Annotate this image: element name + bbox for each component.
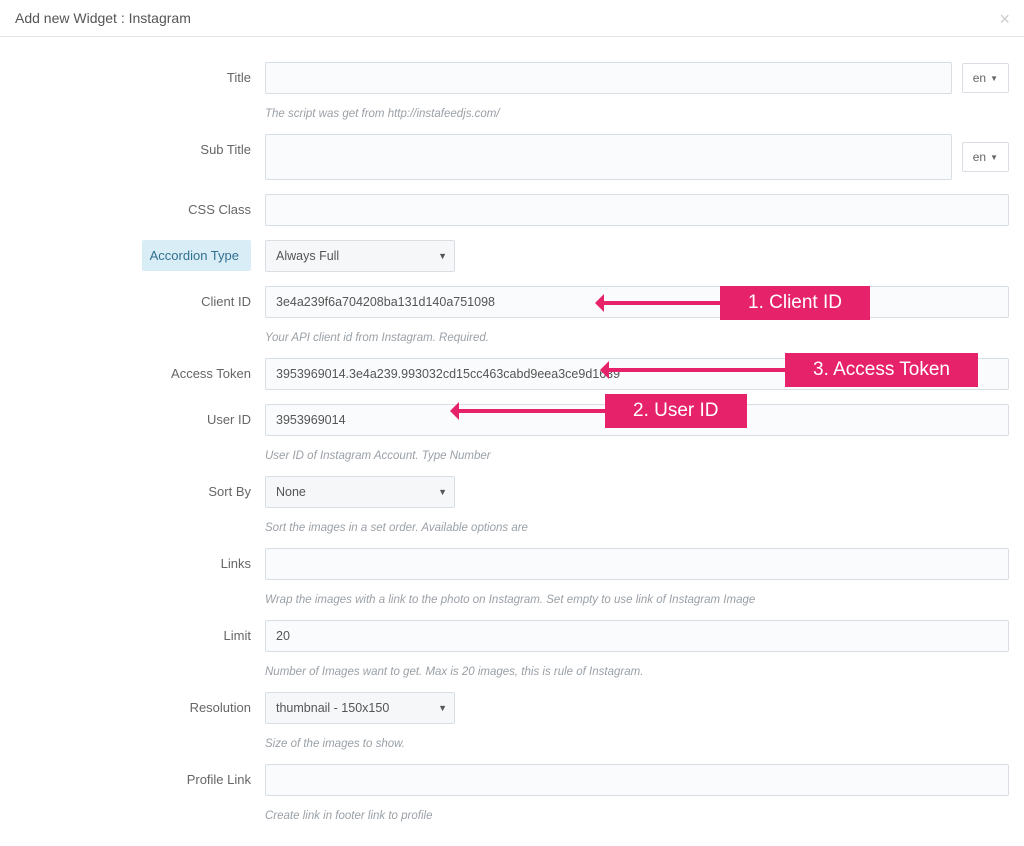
help-userid: User ID of Instagram Account. Type Numbe… bbox=[265, 450, 491, 462]
label-accesstoken: Access Token bbox=[15, 358, 265, 381]
label-limit: Limit bbox=[15, 620, 265, 643]
help-sortby: Sort the images in a set order. Availabl… bbox=[265, 522, 528, 534]
modal-title: Add new Widget : Instagram bbox=[15, 10, 1009, 26]
modal: Add new Widget : Instagram × Title en ▼ … bbox=[0, 0, 1024, 846]
accordion-select[interactable]: Always Full bbox=[265, 240, 455, 272]
label-sortby: Sort By bbox=[15, 476, 265, 499]
help-clientid: Your API client id from Instagram. Requi… bbox=[265, 332, 489, 344]
label-links: Links bbox=[15, 548, 265, 571]
arrow-icon bbox=[455, 409, 605, 413]
label-accordion: Accordion Type bbox=[142, 240, 251, 271]
label-clientid: Client ID bbox=[15, 286, 265, 309]
label-profilelink: Profile Link bbox=[15, 764, 265, 787]
row-subtitle: Sub Title en ▼ bbox=[15, 134, 1009, 180]
label-cssclass: CSS Class bbox=[15, 194, 265, 217]
callout-clientid: 1. Client ID bbox=[720, 286, 870, 320]
row-title: Title en ▼ The script was get from http:… bbox=[15, 62, 1009, 120]
modal-body: Title en ▼ The script was get from http:… bbox=[0, 37, 1024, 846]
row-limit: Limit Number of Images want to get. Max … bbox=[15, 620, 1009, 678]
row-cssclass: CSS Class bbox=[15, 194, 1009, 226]
resolution-select[interactable]: thumbnail - 150x150 bbox=[265, 692, 455, 724]
callout-accesstoken: 3. Access Token bbox=[785, 353, 978, 387]
lang-select-title[interactable]: en ▼ bbox=[962, 63, 1009, 93]
help-resolution: Size of the images to show. bbox=[265, 738, 405, 750]
title-input[interactable] bbox=[265, 62, 952, 94]
links-input[interactable] bbox=[265, 548, 1009, 580]
label-resolution: Resolution bbox=[15, 692, 265, 715]
lang-label: en bbox=[973, 150, 986, 164]
modal-header: Add new Widget : Instagram × bbox=[0, 0, 1024, 37]
caret-down-icon: ▼ bbox=[990, 153, 998, 162]
help-links: Wrap the images with a link to the photo… bbox=[265, 594, 755, 606]
row-sortby: Sort By None Sort the images in a set or… bbox=[15, 476, 1009, 534]
caret-down-icon: ▼ bbox=[990, 74, 998, 83]
help-title: The script was get from http://instafeed… bbox=[265, 108, 500, 120]
lang-label: en bbox=[973, 71, 986, 85]
row-links: Links Wrap the images with a link to the… bbox=[15, 548, 1009, 606]
close-icon[interactable]: × bbox=[999, 10, 1010, 28]
row-accordion: Accordion Type Always Full bbox=[15, 240, 1009, 272]
profilelink-input[interactable] bbox=[265, 764, 1009, 796]
row-resolution: Resolution thumbnail - 150x150 Size of t… bbox=[15, 692, 1009, 750]
callout-userid: 2. User ID bbox=[605, 394, 747, 428]
subtitle-input[interactable] bbox=[265, 134, 952, 180]
cssclass-input[interactable] bbox=[265, 194, 1009, 226]
help-profilelink: Create link in footer link to profile bbox=[265, 810, 432, 822]
limit-input[interactable] bbox=[265, 620, 1009, 652]
arrow-icon bbox=[605, 368, 785, 372]
label-title: Title bbox=[15, 62, 265, 85]
lang-select-subtitle[interactable]: en ▼ bbox=[962, 142, 1009, 172]
row-profilelink: Profile Link Create link in footer link … bbox=[15, 764, 1009, 822]
label-subtitle: Sub Title bbox=[15, 134, 265, 157]
label-userid: User ID bbox=[15, 404, 265, 427]
help-limit: Number of Images want to get. Max is 20 … bbox=[265, 666, 643, 678]
sortby-select[interactable]: None bbox=[265, 476, 455, 508]
arrow-icon bbox=[600, 301, 720, 305]
